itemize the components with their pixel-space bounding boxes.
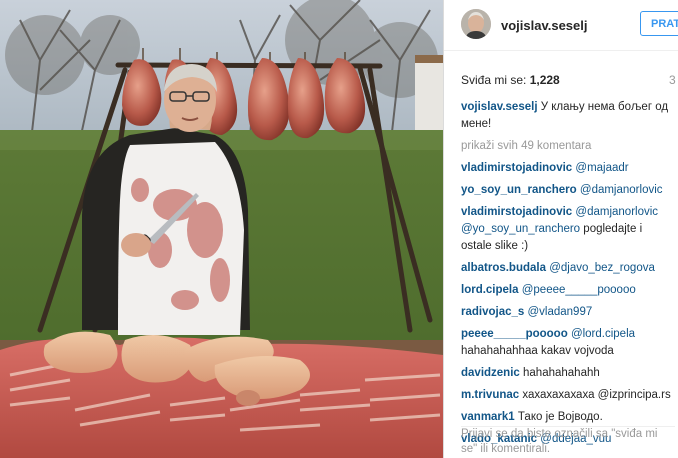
comment-mention[interactable]: @lord.cipela [571,328,635,340]
comment-username[interactable]: peeee_____pooooo [461,328,568,340]
post-header: vojislav.seselj PRATI [444,0,678,51]
comment-item: radivojac_s @vladan997 [461,304,675,321]
avatar-image [461,9,491,39]
comment-item: albatros.budala @djavo_bez_rogova [461,260,675,277]
comment-mention[interactable]: @damjanorlovic [580,184,663,196]
comment-username[interactable]: vanmark1 [461,411,515,423]
comment-mention[interactable]: @majaadr [575,162,628,174]
post-image [0,0,443,458]
caption: vojislav.seselj У клању нема бољег од ме… [461,99,675,133]
post-sidebar: vojislav.seselj PRATI Sviđa mi se: 1,228… [443,0,678,458]
comment-text: Тако је Војводо. [517,411,603,423]
comment-username[interactable]: m.trivunac [461,389,519,401]
comment-item: vanmark1 Тако је Војводо. [461,409,675,426]
comment-item: m.trivunac хахахахахаха @izprincipa.rs [461,387,675,404]
comment-item: davidzenic hahahahahahh [461,365,675,382]
load-more-comments[interactable]: prikaži svih 49 komentara [461,138,675,155]
comment-text: hahahahahhaa kakav vojvoda [461,345,614,357]
comment-text: хахахахахаха @izprincipa.rs [522,389,671,401]
comment-item: peeee_____pooooo @lord.cipela hahahahahh… [461,326,675,360]
comment-item: yo_soy_un_ranchero @damjanorlovic [461,182,675,199]
comment-username[interactable]: vladimirstojadinovic [461,162,572,174]
comment-username[interactable]: yo_soy_un_ranchero [461,184,577,196]
comment-mention[interactable]: @djavo_bez_rogova [549,262,655,274]
caption-username[interactable]: vojislav.seselj [461,101,538,113]
comment-text: hahahahahahh [523,367,600,379]
likes-count[interactable]: Sviđa mi se: 1,228 [461,73,560,87]
likes-number: 1,228 [529,73,560,87]
comment-item: vladimirstojadinovic @majaadr [461,160,675,177]
comment-username[interactable]: radivojac_s [461,306,524,318]
comment-username[interactable]: lord.cipela [461,284,519,296]
comment-mention[interactable]: @vladan997 [528,306,593,318]
post-age[interactable]: 3 [669,73,676,87]
comment-username[interactable]: vladimirstojadinovic [461,206,572,218]
comment-mention[interactable]: @peeee_____pooooo [522,284,636,296]
avatar[interactable] [461,9,491,39]
comment-item: lord.cipela @peeee_____pooooo [461,282,675,299]
comment-list: vojislav.seselj У клању нема бољег од ме… [461,99,675,453]
login-prompt[interactable]: Prijavi se da biste označili sa "sviđa m… [461,426,675,457]
follow-button[interactable]: PRATI [640,11,678,36]
post-photo [0,0,443,458]
comment-username[interactable]: albatros.budala [461,262,546,274]
likes-label: Sviđa mi se: [461,73,527,87]
comment-item: vladimirstojadinovic @damjanorlovic @yo_… [461,204,675,255]
comment-username[interactable]: davidzenic [461,367,520,379]
profile-username[interactable]: vojislav.seselj [501,18,588,33]
